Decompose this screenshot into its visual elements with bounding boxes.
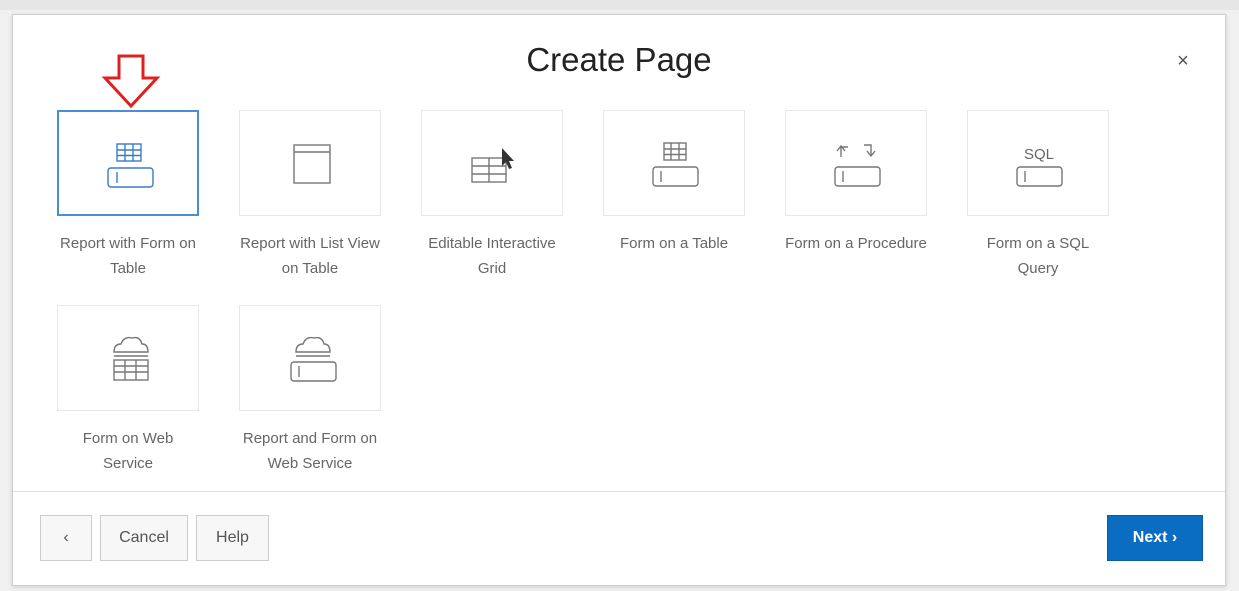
tile-form-on-sql-query-card[interactable]: SQL [967, 110, 1109, 216]
dialog-title: Create Page [526, 41, 712, 78]
tile-form-on-table-card[interactable] [603, 110, 745, 216]
tile-report-with-form-card[interactable] [57, 110, 199, 216]
footer-divider [13, 491, 1225, 492]
report-with-form-icon [107, 143, 154, 188]
tile-form-on-web-service-card[interactable] [57, 305, 199, 411]
tile-label: Form on a Table [619, 235, 729, 252]
help-button[interactable]: Help [196, 515, 269, 561]
sql-icon-text: SQL [1024, 146, 1054, 163]
back-button[interactable]: ‹ [40, 515, 92, 561]
tile-label: Form on Web Service [82, 430, 174, 472]
form-procedure-icon [834, 144, 881, 187]
report-form-web-service-icon [290, 336, 337, 382]
tile-label: Report with Form on Table [60, 235, 196, 277]
tile-form-on-procedure-card[interactable] [785, 110, 927, 216]
backdrop-band [0, 0, 1239, 10]
tile-label: Form on a Procedure [785, 235, 927, 252]
cancel-button[interactable]: Cancel [100, 515, 188, 561]
tile-label: Form on a SQL Query [986, 235, 1090, 277]
list-view-icon [293, 144, 331, 184]
tile-label: Report with List View on Table [240, 235, 380, 277]
form-table-icon [652, 142, 699, 187]
tile-label: Editable Interactive Grid [428, 235, 556, 277]
tile-label: Report and Form on Web Service [242, 430, 378, 472]
interactive-grid-icon [471, 148, 514, 183]
close-icon[interactable]: × [1171, 49, 1195, 73]
form-web-service-icon [113, 336, 149, 381]
tile-report-form-web-service-card[interactable] [239, 305, 381, 411]
create-page-dialog: Create Page × Report with Form onTable [12, 14, 1226, 586]
next-button[interactable]: Next › [1107, 515, 1203, 561]
tile-editable-interactive-grid-card[interactable] [421, 110, 563, 216]
red-arrow-icon [101, 54, 161, 109]
tile-report-with-list-view-card[interactable] [239, 110, 381, 216]
form-sql-icon: SQL [1016, 146, 1063, 187]
